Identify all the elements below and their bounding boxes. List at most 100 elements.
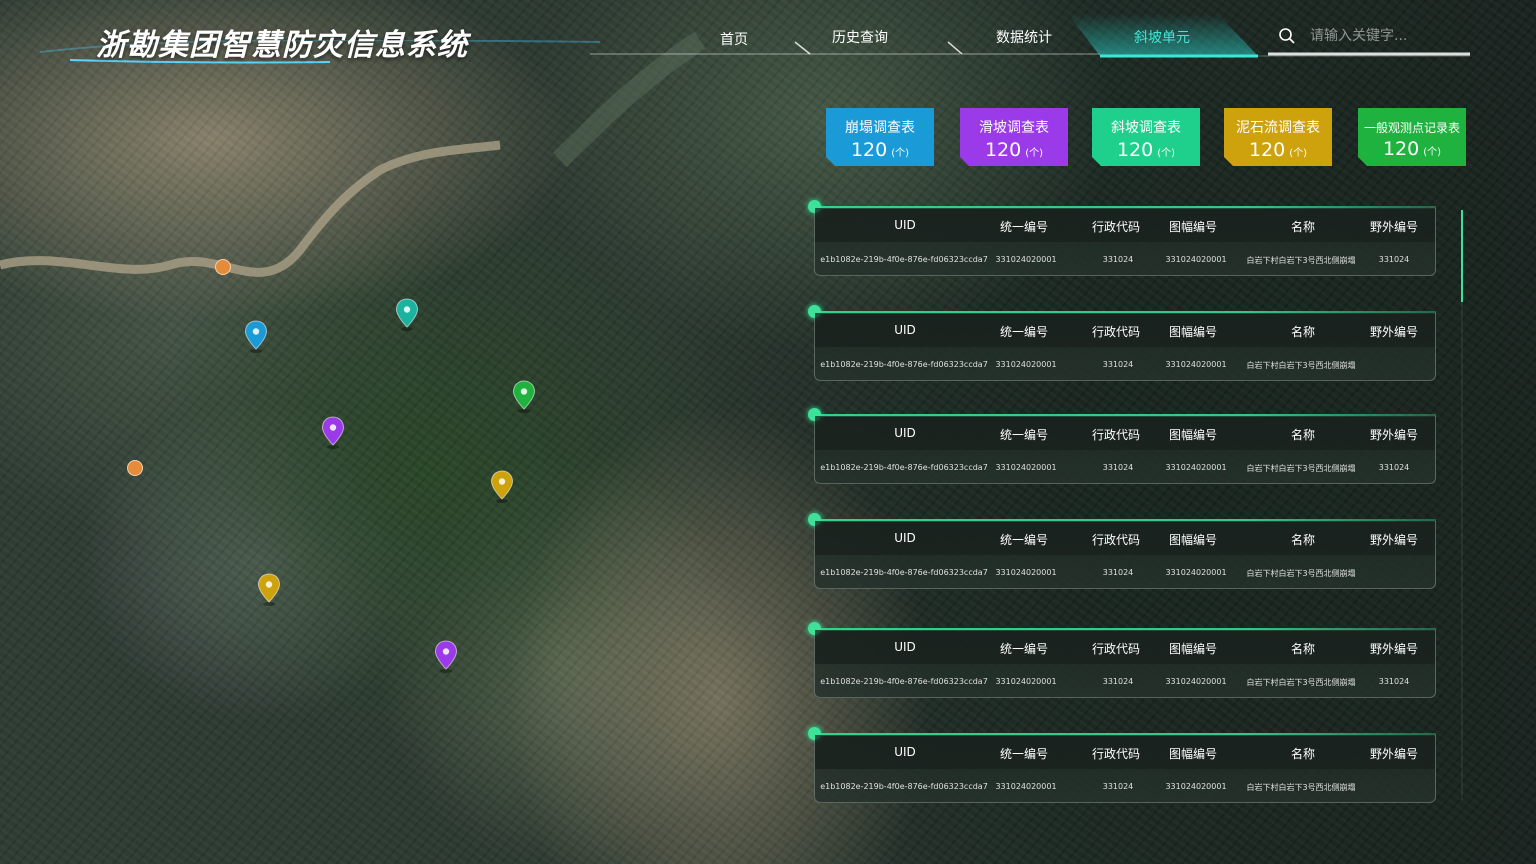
table-header-cell: 统一编号 [999, 533, 1049, 547]
table-cell-unified-no: 331024020001 [995, 677, 1057, 686]
card-unit: (个) [891, 148, 910, 159]
building-icon[interactable] [215, 259, 231, 275]
table-cell-name: 白岩下村白岩下3号西北侧崩塌 [1246, 464, 1356, 473]
nav-slope-unit[interactable]: 斜坡单元 [1134, 27, 1190, 47]
table-header-row: UID 统一编号 行政代码 图幅编号 名称 野外编号 [815, 630, 1435, 664]
table-header-cell: 野外编号 [1369, 642, 1419, 656]
record-panel[interactable]: UID 统一编号 行政代码 图幅编号 名称 野外编号 e1b1082e-219b-4f0e-… [808, 305, 1436, 381]
table-cell-admin-code: 331024 [1102, 360, 1134, 369]
table-header-cell: 统一编号 [999, 428, 1049, 442]
card-count: 120 [850, 139, 888, 161]
table-cell-unified-no: 331024020001 [995, 782, 1057, 791]
table-row[interactable]: e1b1082e-219b-4f0e-876e-fd06323ccda7 3310… [815, 347, 1435, 379]
table-cell-unified-no: 331024020001 [995, 463, 1057, 472]
table-header-cell: 名称 [1290, 747, 1316, 761]
card-unit: (个) [1423, 147, 1442, 158]
table-header-cell: 统一编号 [999, 325, 1049, 339]
table-cell-unified-no: 331024020001 [995, 255, 1057, 264]
record-panel[interactable]: UID 统一编号 行政代码 图幅编号 名称 野外编号 e1b1082e-219b-4f0e-… [808, 622, 1436, 698]
map-marker-landslide-icon[interactable] [321, 416, 345, 450]
card-title: 崩塌调查表 [845, 120, 915, 136]
card-debris-flow-survey[interactable]: 泥石流调查表 120 (个) [1224, 108, 1332, 166]
table-cell-uid: e1b1082e-219b-4f0e-876e-fd06323ccda7 [820, 782, 988, 791]
table-row[interactable]: e1b1082e-219b-4f0e-876e-fd06323ccda7 3310… [815, 242, 1435, 274]
table-header-row: UID 统一编号 行政代码 图幅编号 名称 野外编号 [815, 416, 1435, 450]
card-landslide-survey[interactable]: 滑坡调查表 120 (个) [960, 108, 1068, 166]
top-header: 浙勘集团智慧防灾信息系统 首页 历史查询 数据统计 斜坡单元 [0, 0, 1536, 70]
table-cell-unified-no: 331024020001 [995, 360, 1057, 369]
map-marker-landslide-icon[interactable] [434, 640, 458, 674]
table-cell-admin-code: 331024 [1102, 782, 1134, 791]
table-cell-admin-code: 331024 [1102, 568, 1134, 577]
record-panel[interactable]: UID 统一编号 行政代码 图幅编号 名称 野外编号 e1b1082e-219b-4f0e-… [808, 513, 1436, 589]
table-cell-map-no: 331024020001 [1165, 255, 1227, 264]
table-cell-map-no: 331024020001 [1165, 463, 1227, 472]
card-count: 120 [1116, 139, 1154, 161]
record-panel[interactable]: UID 统一编号 行政代码 图幅编号 名称 野外编号 e1b1082e-219b-4f0e-… [808, 408, 1436, 484]
card-unit: (个) [1025, 148, 1044, 159]
search-icon[interactable] [1278, 27, 1296, 45]
table-header-cell: 图幅编号 [1168, 642, 1218, 656]
table-header-cell: UID [894, 640, 916, 654]
nav-divider-lines [590, 41, 1470, 57]
table-cell-map-no: 331024020001 [1165, 568, 1227, 577]
table-header-cell: 名称 [1290, 642, 1316, 656]
search-input[interactable] [1308, 24, 1462, 48]
table-cell-name: 白岩下村白岩下3号西北侧崩塌 [1246, 361, 1356, 370]
table-cell-map-no: 331024020001 [1165, 782, 1227, 791]
table-header-row: UID 统一编号 行政代码 图幅编号 名称 野外编号 [815, 313, 1435, 347]
nav-home[interactable]: 首页 [716, 30, 752, 50]
card-title: 泥石流调查表 [1236, 120, 1320, 136]
scrollbar-thumb[interactable] [1461, 210, 1463, 302]
table-cell-field-no: 331024 [1378, 677, 1410, 686]
table-header-cell: 行政代码 [1091, 533, 1141, 547]
table-cell-field-no: 331024 [1378, 463, 1410, 472]
table-header-cell: 行政代码 [1091, 747, 1141, 761]
table-header-cell: UID [894, 745, 916, 759]
card-slope-survey[interactable]: 斜坡调查表 120 (个) [1092, 108, 1200, 166]
nav-history-query[interactable]: 历史查询 [828, 28, 892, 48]
table-header-cell: UID [894, 426, 916, 440]
map-marker-debris-flow-icon[interactable] [490, 470, 514, 504]
map-marker-debris-flow-icon[interactable] [257, 573, 281, 607]
home-icon[interactable] [127, 460, 143, 476]
table-header-cell: UID [894, 323, 916, 337]
map-marker-collapse-icon[interactable] [244, 320, 268, 354]
card-title: 滑坡调查表 [979, 120, 1049, 136]
table-cell-uid: e1b1082e-219b-4f0e-876e-fd06323ccda7 [820, 568, 988, 577]
table-header-cell: 统一编号 [999, 747, 1049, 761]
table-header-row: UID 统一编号 行政代码 图幅编号 名称 野外编号 [815, 208, 1435, 242]
table-header-cell: 图幅编号 [1168, 428, 1218, 442]
table-cell-map-no: 331024020001 [1165, 360, 1227, 369]
table-row[interactable]: e1b1082e-219b-4f0e-876e-fd06323ccda7 3310… [815, 664, 1435, 696]
table-header-cell: 统一编号 [999, 642, 1049, 656]
table-header-cell: 名称 [1290, 533, 1316, 547]
card-unit: (个) [1289, 148, 1308, 159]
table-header-cell: 名称 [1290, 428, 1316, 442]
table-header-cell: 图幅编号 [1168, 325, 1218, 339]
card-title: 一般观测点记录表 [1363, 121, 1460, 135]
table-header-cell: 行政代码 [1091, 428, 1141, 442]
table-cell-uid: e1b1082e-219b-4f0e-876e-fd06323ccda7 [820, 463, 988, 472]
table-cell-map-no: 331024020001 [1165, 677, 1227, 686]
card-observation-record[interactable]: 一般观测点记录表 120 (个) [1358, 108, 1466, 166]
record-panel[interactable]: UID 统一编号 行政代码 图幅编号 名称 野外编号 e1b1082e-219b-4f0e-… [808, 727, 1436, 803]
table-header-row: UID 统一编号 行政代码 图幅编号 名称 野外编号 [815, 735, 1435, 769]
table-cell-unified-no: 331024020001 [995, 568, 1057, 577]
table-row[interactable]: e1b1082e-219b-4f0e-876e-fd06323ccda7 3310… [815, 769, 1435, 801]
record-panel[interactable]: UID 统一编号 行政代码 图幅编号 名称 野外编号 e1b1082e-219b-4f0e-… [808, 200, 1436, 276]
table-header-cell: 野外编号 [1369, 428, 1419, 442]
table-cell-uid: e1b1082e-219b-4f0e-876e-fd06323ccda7 [820, 677, 988, 686]
table-header-cell: 野外编号 [1369, 747, 1419, 761]
map-marker-observation-icon[interactable] [512, 380, 536, 414]
card-collapse-survey[interactable]: 崩塌调查表 120 (个) [826, 108, 934, 166]
table-row[interactable]: e1b1082e-219b-4f0e-876e-fd06323ccda7 3310… [815, 555, 1435, 587]
table-row[interactable]: e1b1082e-219b-4f0e-876e-fd06323ccda7 3310… [815, 450, 1435, 482]
table-cell-name: 白岩下村白岩下3号西北侧崩塌 [1246, 678, 1356, 687]
table-header-cell: 名称 [1290, 220, 1316, 234]
table-cell-uid: e1b1082e-219b-4f0e-876e-fd06323ccda7 [820, 360, 988, 369]
table-cell-name: 白岩下村白岩下3号西北侧崩塌 [1246, 256, 1356, 265]
map-marker-slope-icon[interactable] [395, 298, 419, 332]
nav-data-statistics[interactable]: 数据统计 [992, 28, 1056, 48]
table-header-cell: 名称 [1290, 325, 1316, 339]
